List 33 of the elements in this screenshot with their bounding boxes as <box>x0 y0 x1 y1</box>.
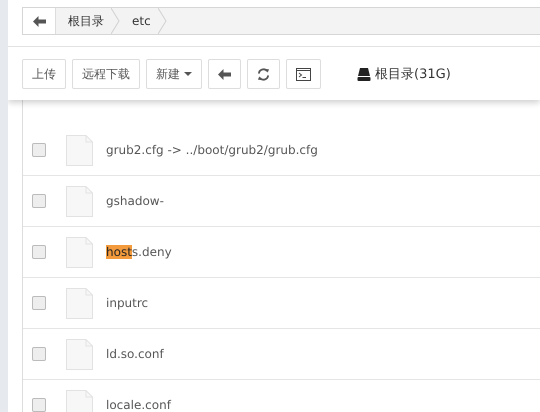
breadcrumb-item[interactable]: etc <box>120 8 167 34</box>
file-name[interactable]: locale.conf <box>106 398 171 412</box>
terminal-button[interactable] <box>286 59 321 89</box>
breadcrumb-item[interactable]: 根目录 <box>56 8 120 34</box>
row-checkbox[interactable] <box>32 347 46 361</box>
file-name[interactable]: hosts.deny <box>106 245 172 259</box>
breadcrumb-back-button[interactable] <box>23 8 56 34</box>
new-dropdown-button[interactable]: 新建 <box>146 59 202 89</box>
drive-icon <box>357 68 371 80</box>
file-name[interactable]: gshadow- <box>106 194 164 208</box>
toolbar-button[interactable]: 上传 <box>22 59 66 89</box>
file-icon <box>66 236 93 268</box>
terminal-icon <box>296 68 311 80</box>
file-icon <box>66 186 93 216</box>
caret-icon <box>184 72 192 76</box>
toolbar-button[interactable]: 远程下载 <box>72 59 140 89</box>
file-icon <box>66 134 93 166</box>
file-icon <box>66 338 93 370</box>
row-checkbox[interactable] <box>32 398 46 412</box>
row-checkbox[interactable] <box>32 143 46 157</box>
file-icon <box>66 288 93 318</box>
arrow-icon <box>32 16 46 26</box>
file-name[interactable]: inputrc <box>106 296 148 310</box>
file-name[interactable]: grub2.cfg -> ../boot/grub2/grub.cfg <box>106 143 318 157</box>
back-button[interactable] <box>208 59 241 89</box>
file-name[interactable]: ld.so.conf <box>106 347 164 361</box>
refresh-icon <box>257 68 270 80</box>
row-checkbox[interactable] <box>32 296 46 310</box>
refresh-button[interactable] <box>247 59 280 89</box>
arrow-icon <box>218 68 231 80</box>
disk-label: 根目录(31G) <box>375 66 451 83</box>
row-checkbox[interactable] <box>32 194 46 208</box>
row-checkbox[interactable] <box>32 245 46 259</box>
